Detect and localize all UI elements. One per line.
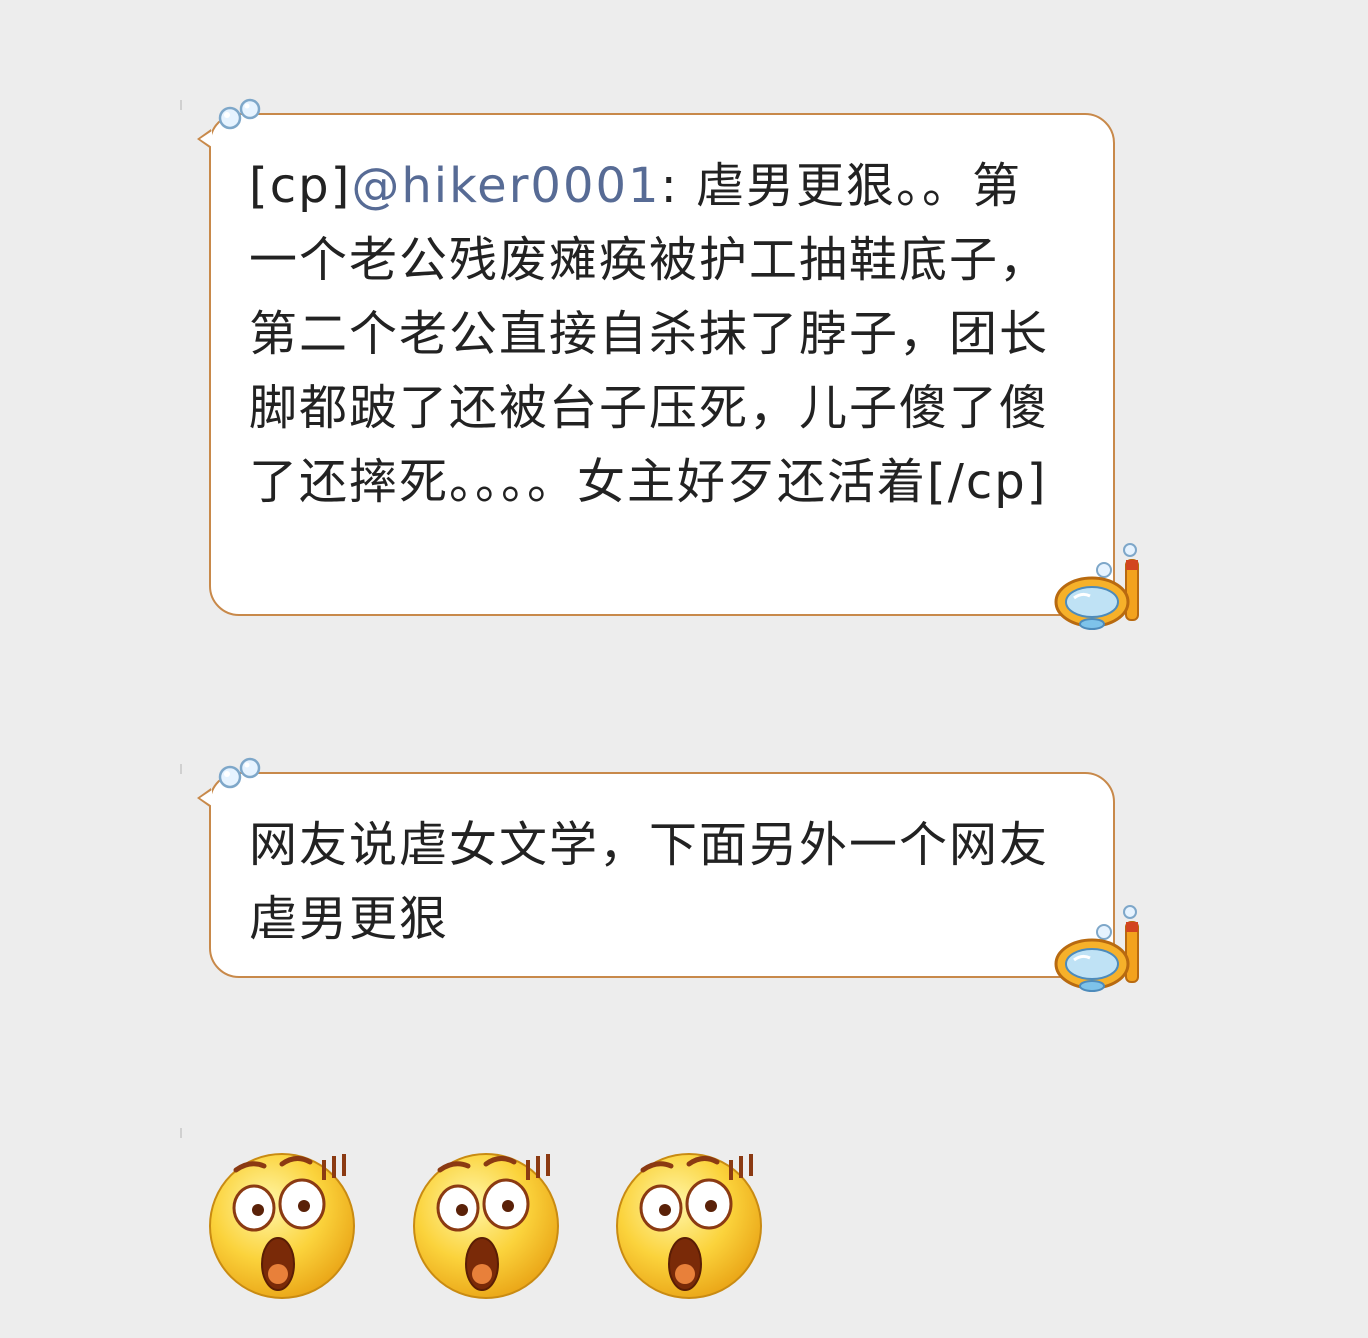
divider-tick [180,1128,182,1138]
divider-tick [180,100,182,110]
bubble-tail [197,788,212,808]
message-bubble-2[interactable]: 网友说虐女文学，下面另外一个网友虐男更狠 [197,772,1115,978]
message-text-1: [cp]@hiker0001: 虐男更狠。。第一个老公残废瘫痪被护工抽鞋底子，第… [249,149,1069,519]
snorkel-goggles-icon [1054,905,1139,992]
divider-tick [180,764,182,774]
snorkel-goggles-icon [1054,543,1139,630]
message-text-2: 网友说虐女文学，下面另外一个网友虐男更狠 [249,817,1050,947]
shocked-face-emoji-icon [413,1153,559,1299]
shocked-face-emoji-icon [616,1153,762,1299]
shocked-face-emoji-icon [209,1153,355,1299]
message-bubble-1[interactable]: [cp]@hiker0001: 虐男更狠。。第一个老公残废瘫痪被护工抽鞋底子，第… [197,113,1115,616]
air-bubbles-icon [218,98,261,130]
bubble-tail [197,129,212,149]
air-bubbles-icon [218,757,261,789]
cp-tag-open: [cp] [249,158,352,214]
user-mention-link[interactable]: @hiker0001 [351,158,660,214]
